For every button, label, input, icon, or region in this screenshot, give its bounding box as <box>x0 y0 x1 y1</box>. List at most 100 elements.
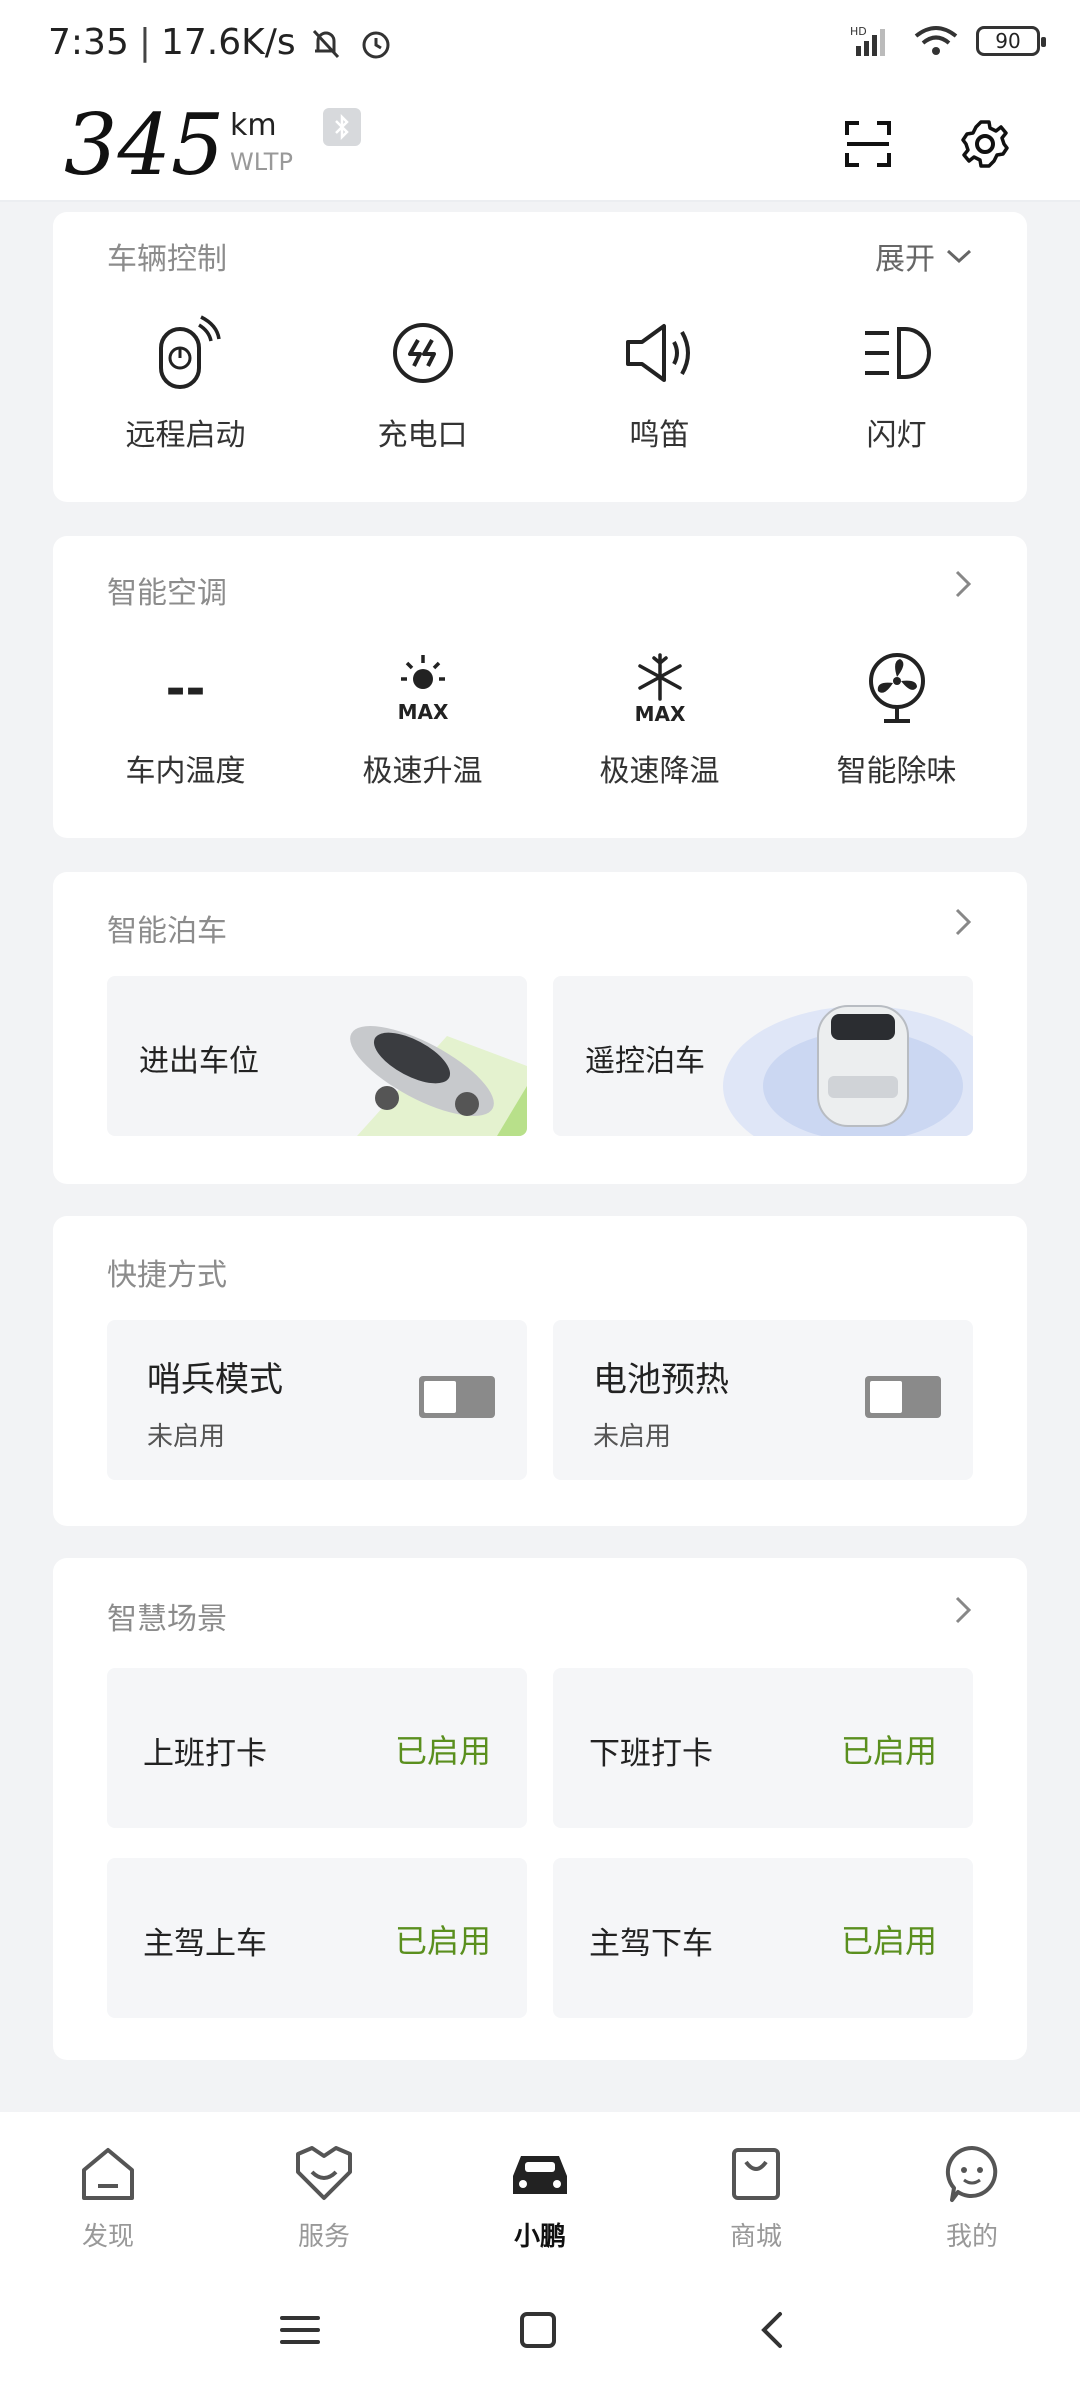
park-in-out-tile[interactable]: 进出车位 <box>107 976 527 1136</box>
snowflake-max-icon: MAX <box>615 644 705 734</box>
deodorize-button[interactable]: 智能除味 <box>778 644 1015 790</box>
flash-lights-label: 闪灯 <box>866 418 927 453</box>
cabin-temp-item: -- 车内温度 <box>67 644 304 790</box>
mute-bell-icon <box>312 29 339 58</box>
profile-face-icon <box>945 2145 998 2202</box>
rapid-heat-label: 极速升温 <box>362 754 483 789</box>
fan-icon <box>852 644 942 734</box>
nav-xpeng[interactable]: 小鹏 <box>460 2142 620 2253</box>
menu-icon[interactable] <box>270 2300 330 2360</box>
nav-profile[interactable]: 我的 <box>892 2142 1052 2253</box>
scenes-title: 智慧场景 <box>107 1602 227 1637</box>
scene-label: 下班打卡 <box>589 1736 713 1772</box>
scene-status: 已启用 <box>394 1732 491 1770</box>
vehicle-control-title: 车辆控制 <box>107 242 227 277</box>
scene-label: 主驾下车 <box>589 1926 713 1962</box>
status-time: 7:35 <box>48 22 129 63</box>
remote-start-button[interactable]: 远程启动 <box>67 308 304 454</box>
back-icon[interactable] <box>742 2300 802 2360</box>
scene-commute-in-tile[interactable]: 上班打卡 已启用 <box>107 1668 527 1828</box>
remote-start-label: 远程启动 <box>125 418 246 453</box>
scene-driver-enter-tile[interactable]: 主驾上车 已启用 <box>107 1858 527 2018</box>
scene-commute-out-tile[interactable]: 下班打卡 已启用 <box>553 1668 973 1828</box>
service-heart-icon <box>296 2146 352 2200</box>
scene-status: 已启用 <box>840 1732 937 1770</box>
battery-preheat-toggle[interactable] <box>865 1376 941 1418</box>
parking-card: 智能泊车 进出车位 遥控泊车 <box>53 872 1027 1184</box>
charge-port-button[interactable]: 充电口 <box>304 308 541 454</box>
shopping-bag-icon <box>732 2148 780 2200</box>
scenes-card: 智慧场景 上班打卡 已启用 下班打卡 已启用 主驾上车 已启用 主驾下车 已启用 <box>53 1558 1027 2060</box>
home-icon <box>82 2148 134 2200</box>
scene-label: 上班打卡 <box>143 1736 267 1772</box>
shortcuts-card: 快捷方式 哨兵模式 未启用 电池预热 未启用 <box>53 1216 1027 1526</box>
cabin-temp-value: -- <box>165 661 206 717</box>
wifi-icon <box>914 26 958 55</box>
nav-service[interactable]: 服务 <box>244 2142 404 2253</box>
status-bar: 7:35 | 17.6K/s HD 90 <box>0 0 1080 90</box>
range-unit: km <box>230 108 277 143</box>
home-square-icon[interactable] <box>508 2300 568 2360</box>
battery-icon: 90 <box>976 26 1046 56</box>
shortcuts-title: 快捷方式 <box>107 1258 227 1293</box>
remote-parking-label: 遥控泊车 <box>585 1044 705 1079</box>
scene-driver-exit-tile[interactable]: 主驾下车 已启用 <box>553 1858 973 2018</box>
vehicle-control-card: 车辆控制 展开 远程启动 充电口 鸣笛 闪灯 <box>53 212 1027 502</box>
chevron-right-icon <box>955 570 972 598</box>
header: 345 km WLTP <box>0 90 1080 202</box>
chevron-right-icon <box>955 908 972 936</box>
alarm-icon <box>362 31 390 58</box>
bluetooth-icon <box>323 108 361 146</box>
settings-gear-icon[interactable] <box>955 114 1015 174</box>
status-speed: 17.6K/s <box>160 22 296 63</box>
vehicle-control-row: 远程启动 充电口 鸣笛 闪灯 <box>53 308 1027 454</box>
range-standard: WLTP <box>230 148 293 176</box>
nav-shop[interactable]: 商城 <box>676 2142 836 2253</box>
horn-label: 鸣笛 <box>629 418 690 453</box>
battery-preheat-label: 电池预热 <box>593 1360 729 1400</box>
nav-discover[interactable]: 发现 <box>28 2142 188 2253</box>
climate-row: -- 车内温度 MAX 极速升温 MAX 极速降温 智能除味 <box>53 644 1027 790</box>
rapid-heat-button[interactable]: MAX 极速升温 <box>304 644 541 790</box>
cabin-temp-label: 车内温度 <box>125 754 246 789</box>
rapid-cool-label: 极速降温 <box>599 754 720 789</box>
chevron-down-icon <box>946 249 972 264</box>
horn-button[interactable]: 鸣笛 <box>541 308 778 454</box>
battery-preheat-tile: 电池预热 未启用 <box>553 1320 973 1480</box>
sun-max-icon: MAX <box>378 644 468 734</box>
car-remote-image <box>723 1005 973 1136</box>
sentry-mode-toggle[interactable] <box>419 1376 495 1418</box>
flash-lights-icon <box>852 308 942 398</box>
scan-icon[interactable] <box>838 114 898 174</box>
sentry-mode-label: 哨兵模式 <box>147 1360 283 1400</box>
horn-icon <box>615 308 705 398</box>
park-in-out-label: 进出车位 <box>139 1044 259 1079</box>
status-left: 7:35 | 17.6K/s <box>48 22 396 63</box>
status-right: HD 90 <box>850 24 1046 58</box>
deodorize-label: 智能除味 <box>836 754 957 789</box>
climate-card: 智能空调 -- 车内温度 MAX 极速升温 MAX 极速降温 智能除味 <box>53 536 1027 838</box>
range-value: 345 <box>64 96 225 194</box>
car-icon <box>513 2156 567 2194</box>
charge-port-icon <box>378 308 468 398</box>
parking-title: 智能泊车 <box>107 914 227 949</box>
remote-parking-tile[interactable]: 遥控泊车 <box>553 976 973 1136</box>
remote-start-icon <box>141 308 231 398</box>
battery-preheat-status: 未启用 <box>593 1422 672 1452</box>
scene-label: 主驾上车 <box>143 1926 267 1962</box>
climate-title: 智能空调 <box>107 576 227 611</box>
scene-status: 已启用 <box>394 1922 491 1960</box>
scene-status: 已启用 <box>840 1922 937 1960</box>
charge-port-label: 充电口 <box>377 418 468 453</box>
scenes-more-button[interactable] <box>953 1594 973 1626</box>
svg-text:HD: HD <box>850 25 867 38</box>
expand-button[interactable]: 展开 <box>875 234 973 278</box>
sentry-mode-status: 未启用 <box>147 1422 226 1452</box>
svg-text:MAX: MAX <box>397 700 448 724</box>
flash-lights-button[interactable]: 闪灯 <box>778 308 1015 454</box>
climate-more-button[interactable] <box>953 568 973 600</box>
svg-text:MAX: MAX <box>634 702 685 726</box>
rapid-cool-button[interactable]: MAX 极速降温 <box>541 644 778 790</box>
parking-more-button[interactable] <box>953 906 973 938</box>
signal-icon: HD <box>850 25 885 56</box>
